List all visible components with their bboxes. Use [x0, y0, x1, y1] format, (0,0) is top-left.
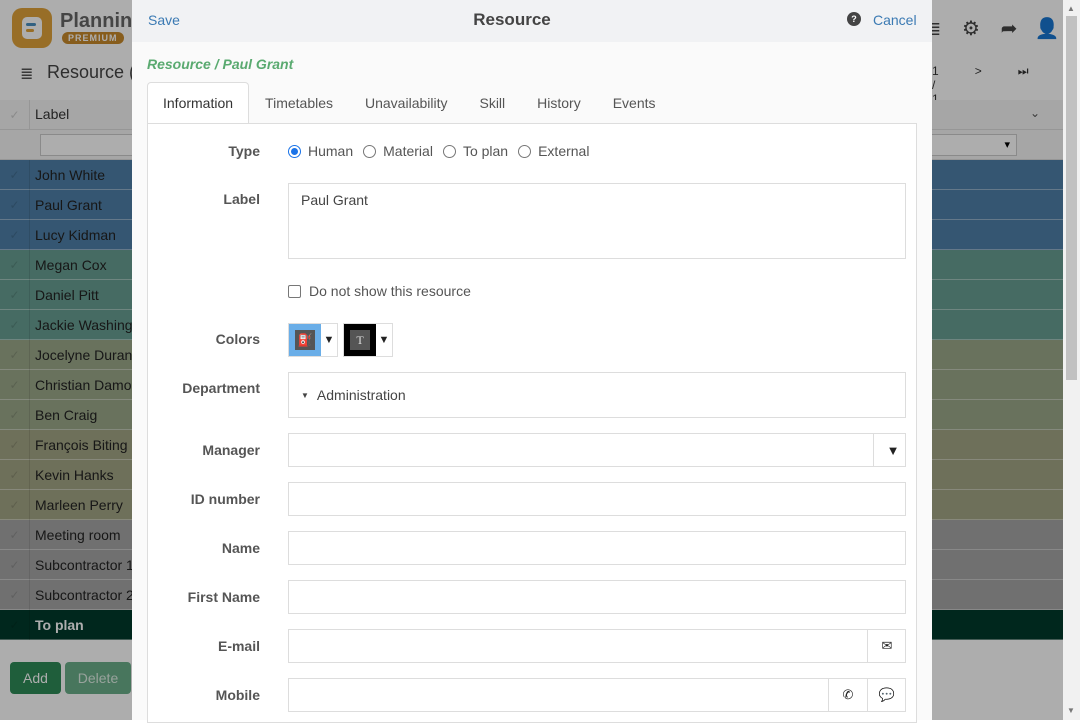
resource-dialog: Save Resource ? Cancel Resource / Paul G…	[132, 0, 932, 723]
type-toplan-radio[interactable]	[442, 144, 456, 158]
email-input[interactable]: ✉	[288, 629, 906, 663]
type-human-label[interactable]: Human	[308, 143, 353, 159]
mobile-label: Mobile	[215, 687, 260, 703]
caret-down-icon[interactable]: ▼	[873, 434, 912, 466]
checkbox-box[interactable]	[288, 284, 301, 298]
hide-resource-checkbox[interactable]: Do not show this resource	[288, 283, 471, 299]
department-value: Administration	[316, 387, 406, 403]
manager-select[interactable]: ▼	[288, 433, 906, 467]
colors-label: Colors	[215, 331, 260, 347]
mobile-input[interactable]: ✆ 💬	[288, 678, 906, 712]
scrollbar-thumb[interactable]	[1066, 16, 1077, 380]
dialog-tabs: Information Timetables Unavailability Sk…	[147, 82, 672, 124]
text-color-picker[interactable]: T ▼	[343, 323, 393, 357]
name-label: Name	[221, 540, 260, 556]
caret-down-icon[interactable]: ▼	[321, 324, 337, 356]
caret-down-icon[interactable]: ▼	[301, 391, 309, 400]
type-external-radio[interactable]	[518, 144, 532, 158]
paint-bucket-icon: ⛽	[295, 330, 315, 350]
scroll-down-arrow[interactable]: ▼	[1067, 706, 1075, 715]
type-toplan-label[interactable]: To plan	[463, 143, 508, 159]
text-icon: T	[350, 330, 370, 350]
cancel-button[interactable]: Cancel	[873, 12, 917, 28]
text-color-swatch[interactable]: T	[344, 324, 376, 356]
page-scrollbar[interactable]: ▲ ▼	[1063, 0, 1080, 720]
tab-unavailability[interactable]: Unavailability	[349, 82, 463, 124]
type-external-label[interactable]: External	[538, 143, 589, 159]
dialog-header: Save Resource ? Cancel	[132, 0, 932, 42]
tab-information[interactable]: Information	[147, 82, 250, 124]
department-tree-select[interactable]: ▼ Administration	[288, 372, 906, 418]
id-number-input[interactable]	[288, 482, 906, 516]
label-field-label: Label	[223, 191, 260, 207]
hide-resource-label[interactable]: Do not show this resource	[309, 283, 471, 299]
help-icon[interactable]: ?	[847, 12, 861, 26]
tab-events[interactable]: Events	[597, 82, 672, 124]
tab-timetables[interactable]: Timetables	[249, 82, 349, 124]
envelope-icon[interactable]: ✉	[867, 630, 906, 662]
phone-icon[interactable]: ✆	[828, 679, 867, 711]
type-label: Type	[228, 143, 260, 159]
sms-icon[interactable]: 💬	[867, 679, 906, 711]
first-name-input[interactable]	[288, 580, 906, 614]
name-input[interactable]	[288, 531, 906, 565]
breadcrumb: Resource / Paul Grant	[147, 56, 294, 72]
background-color-picker[interactable]: ⛽ ▼	[288, 323, 338, 357]
manager-label: Manager	[202, 442, 260, 458]
dialog-title: Resource	[473, 10, 551, 29]
label-textarea[interactable]: Paul Grant	[288, 183, 906, 259]
scroll-up-arrow[interactable]: ▲	[1067, 4, 1075, 13]
tab-history[interactable]: History	[521, 82, 597, 124]
caret-down-icon[interactable]: ▼	[376, 324, 392, 356]
first-name-label: First Name	[187, 589, 260, 605]
type-material-radio[interactable]	[363, 144, 377, 158]
background-color-swatch[interactable]: ⛽	[289, 324, 321, 356]
department-label: Department	[182, 380, 260, 396]
type-material-label[interactable]: Material	[383, 143, 433, 159]
tab-skill[interactable]: Skill	[463, 82, 521, 124]
email-label: E-mail	[217, 638, 260, 654]
information-panel: Type Human Material To plan External Lab…	[147, 123, 917, 723]
type-human-radio[interactable]	[288, 144, 301, 158]
id-number-label: ID number	[190, 491, 260, 507]
